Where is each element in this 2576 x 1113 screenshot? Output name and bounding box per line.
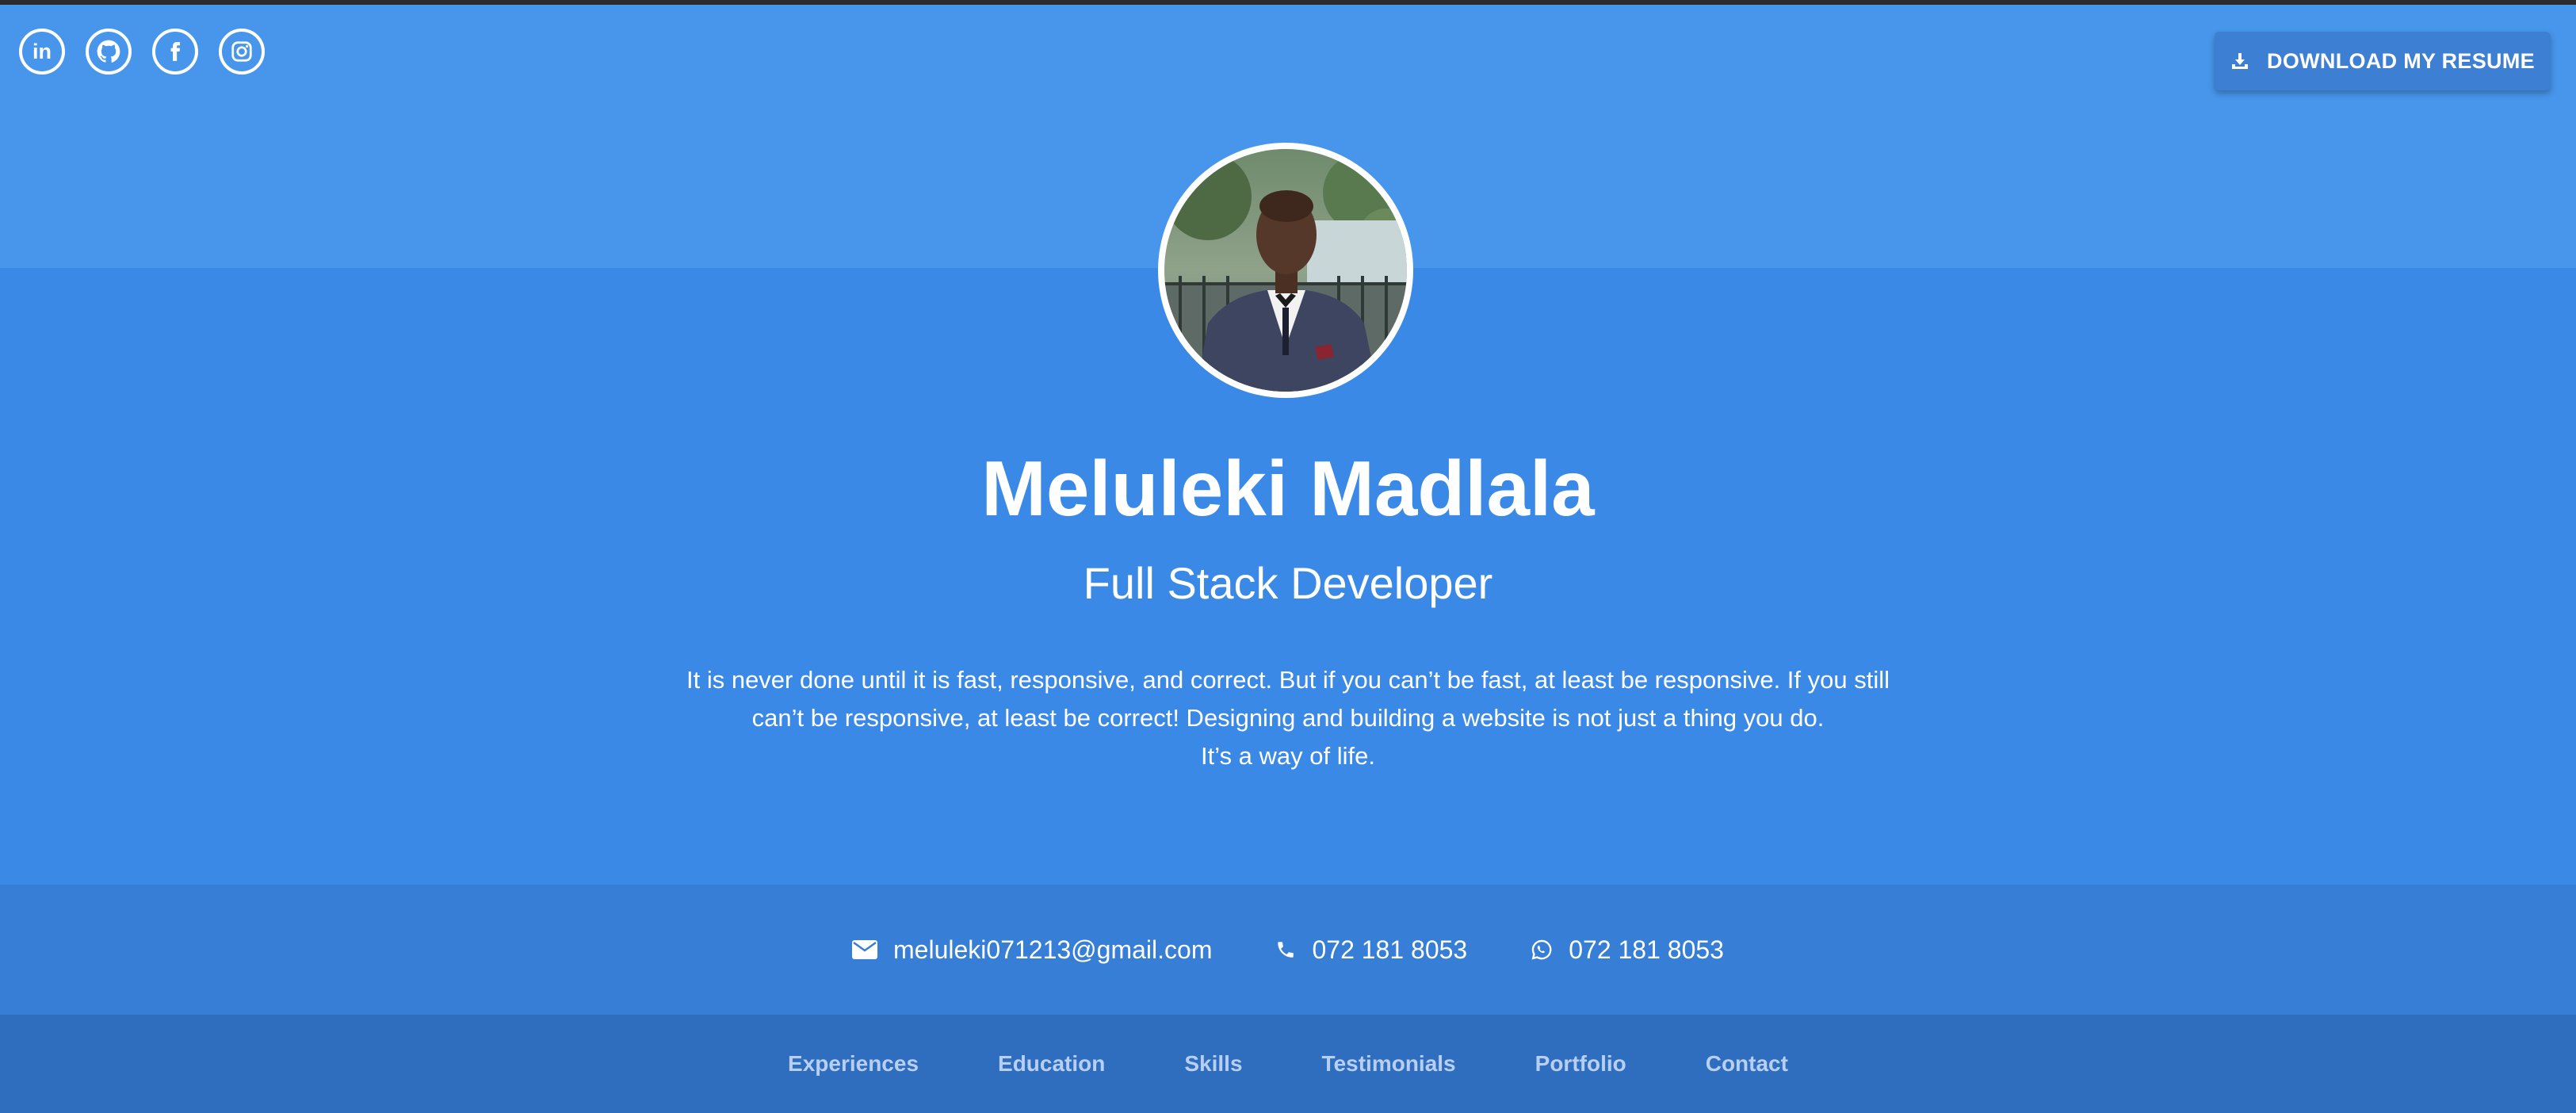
profile-photo bbox=[1164, 149, 1407, 392]
download-icon bbox=[2232, 53, 2249, 69]
nav-item-contact[interactable]: Contact bbox=[1706, 1051, 1788, 1077]
linkedin-icon: in bbox=[32, 39, 52, 63]
whatsapp-icon bbox=[1531, 939, 1552, 960]
nav-item-experiences[interactable]: Experiences bbox=[788, 1051, 919, 1077]
envelope-icon bbox=[852, 940, 878, 959]
github-link[interactable] bbox=[86, 29, 132, 75]
whatsapp-contact[interactable]: 072 181 8053 bbox=[1531, 935, 1724, 965]
facebook-icon bbox=[170, 41, 181, 61]
tagline-line: It’s a way of life. bbox=[1201, 742, 1375, 770]
profile-role: Full Stack Developer bbox=[1083, 558, 1493, 608]
section-nav: Experiences Education Skills Testimonial… bbox=[0, 1015, 2576, 1113]
instagram-link[interactable] bbox=[219, 29, 265, 75]
facebook-link[interactable] bbox=[152, 29, 198, 75]
phone-text: 072 181 8053 bbox=[1312, 935, 1468, 964]
phone-contact[interactable]: 072 181 8053 bbox=[1275, 935, 1467, 965]
github-icon bbox=[97, 40, 120, 63]
avatar bbox=[1158, 143, 1413, 398]
download-resume-button[interactable]: DOWNLOAD MY RESUME bbox=[2215, 32, 2551, 90]
phone-icon bbox=[1278, 942, 1294, 958]
profile-tagline: It is never done until it is fast, respo… bbox=[654, 661, 1922, 775]
page: in DOWNLOAD MY RESUME Meluleki Madlala F… bbox=[0, 5, 2576, 1113]
nav-item-portfolio[interactable]: Portfolio bbox=[1535, 1051, 1626, 1077]
tagline-line: can’t be responsive, at least be correct… bbox=[751, 704, 1825, 732]
email-text: meluleki071213@gmail.com bbox=[893, 935, 1213, 964]
download-resume-label: DOWNLOAD MY RESUME bbox=[2267, 48, 2535, 73]
whatsapp-text: 072 181 8053 bbox=[1569, 935, 1724, 964]
nav-item-testimonials[interactable]: Testimonials bbox=[1322, 1051, 1456, 1077]
contact-bar: meluleki071213@gmail.com 072 181 8053 07… bbox=[0, 885, 2576, 1015]
linkedin-link[interactable]: in bbox=[19, 29, 65, 75]
nav-item-skills[interactable]: Skills bbox=[1184, 1051, 1242, 1077]
nav-item-education[interactable]: Education bbox=[998, 1051, 1105, 1077]
email-contact[interactable]: meluleki071213@gmail.com bbox=[852, 935, 1212, 965]
profile-name: Meluleki Madlala bbox=[981, 445, 1595, 532]
tagline-line: It is never done until it is fast, respo… bbox=[686, 666, 1890, 694]
instagram-icon bbox=[231, 41, 252, 62]
